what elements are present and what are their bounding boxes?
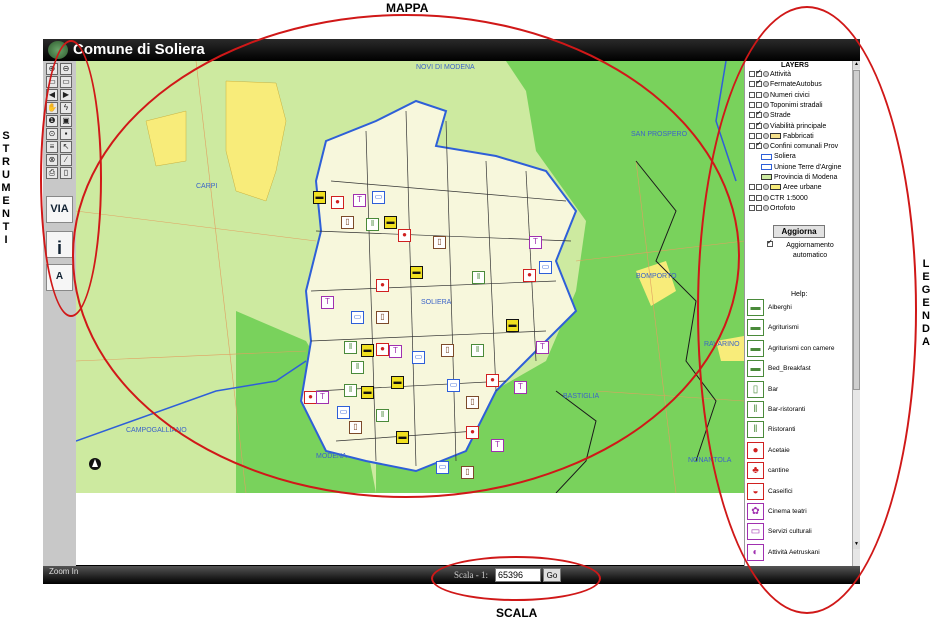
- app-title: Comune di Soliera: [73, 41, 205, 58]
- legenda-ellipse: [697, 6, 917, 614]
- info-panel: [76, 493, 744, 565]
- strumenti-annotation: STRUMENTI: [1, 130, 11, 246]
- zoom-mode-label: Zoom In: [49, 567, 79, 576]
- mappa-ellipse: [72, 14, 740, 498]
- scala-ellipse: [431, 556, 601, 601]
- mappa-annotation: MAPPA: [386, 1, 429, 15]
- scala-annotation: SCALA: [496, 606, 538, 620]
- legenda-annotation: LEGENDA: [921, 258, 931, 348]
